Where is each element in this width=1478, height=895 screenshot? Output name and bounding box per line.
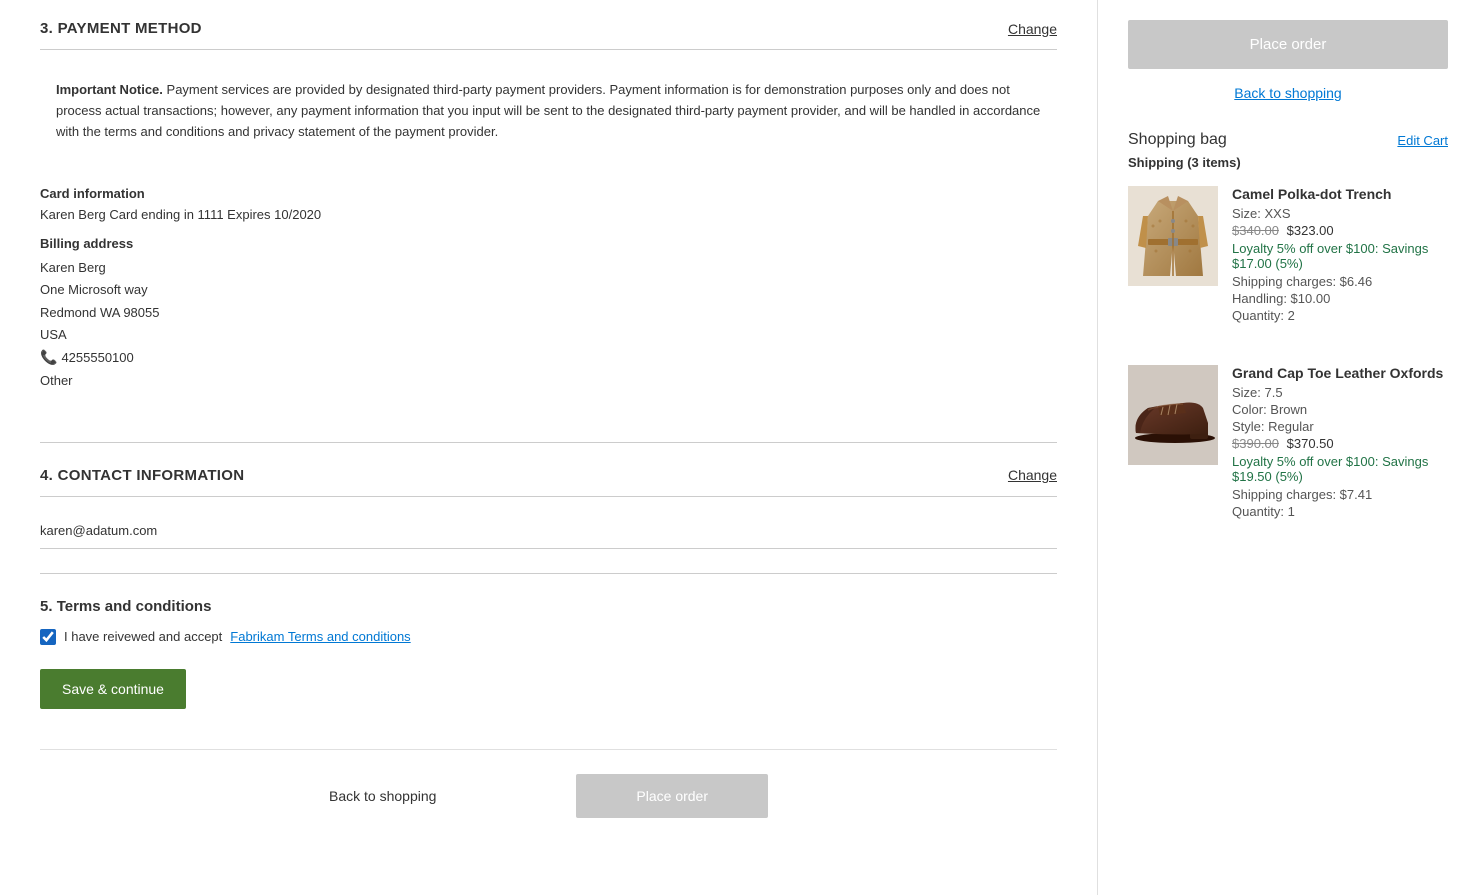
coat-quantity: Quantity: 2 [1232, 308, 1448, 323]
terms-row: I have reivewed and accept Fabrikam Term… [40, 629, 1057, 645]
shoe-color: Color: Brown [1232, 402, 1448, 417]
coat-handling: Handling: $10.00 [1232, 291, 1448, 306]
billing-phone: 4255550100 [61, 347, 133, 369]
billing-name: Karen Berg [40, 257, 1057, 279]
payment-section-title: 3. PAYMENT METHOD [40, 20, 202, 37]
shoe-name: Grand Cap Toe Leather Oxfords [1232, 365, 1448, 381]
section-divider-1 [40, 442, 1057, 443]
coat-price: $340.00 $323.00 [1232, 223, 1448, 238]
terms-link[interactable]: Fabrikam Terms and conditions [230, 629, 410, 644]
bottom-place-order-button: Place order [576, 774, 768, 818]
shoe-price: $390.00 $370.50 [1232, 436, 1448, 451]
product-item-coat: Camel Polka-dot Trench Size: XXS $340.00… [1128, 186, 1448, 345]
terms-section: 5. Terms and conditions I have reivewed … [40, 598, 1057, 645]
bottom-bar: Back to shopping Place order [40, 749, 1057, 828]
sidebar: Place order Back to shopping Shopping ba… [1098, 0, 1478, 895]
payment-change-link[interactable]: Change [1008, 21, 1057, 37]
sidebar-place-order-button: Place order [1128, 20, 1448, 69]
shoe-price-sale: $370.50 [1287, 436, 1334, 451]
coat-price-original: $340.00 [1232, 223, 1279, 238]
shoe-size: Size: 7.5 [1232, 385, 1448, 400]
contact-section-title: 4. CONTACT INFORMATION [40, 467, 244, 484]
shoe-quantity: Quantity: 1 [1232, 504, 1448, 519]
payment-section-header: 3. PAYMENT METHOD Change [40, 20, 1057, 50]
coat-svg [1138, 191, 1208, 281]
contact-section: 4. CONTACT INFORMATION Change karen@adat… [40, 467, 1057, 549]
shoe-price-original: $390.00 [1232, 436, 1279, 451]
coat-loyalty: Loyalty 5% off over $100: Savings $17.00… [1232, 241, 1448, 271]
edit-cart-link[interactable]: Edit Cart [1397, 133, 1448, 148]
important-notice-box: Important Notice. Payment services are p… [40, 66, 1057, 156]
shipping-items-label: Shipping (3 items) [1128, 155, 1448, 170]
contact-change-link[interactable]: Change [1008, 467, 1057, 483]
sidebar-back-to-shopping-link[interactable]: Back to shopping [1128, 85, 1448, 101]
billing-city-state: Redmond WA 98055 [40, 302, 1057, 324]
card-info-text: Karen Berg Card ending in 1111 Expires 1… [40, 207, 1057, 222]
bottom-back-to-shopping-link[interactable]: Back to shopping [329, 788, 436, 804]
contact-email: karen@adatum.com [40, 513, 1057, 549]
shoe-shipping: Shipping charges: $7.41 [1232, 487, 1448, 502]
billing-country: USA [40, 324, 1057, 346]
card-info-label: Card information [40, 186, 1057, 201]
card-info-section: Card information Karen Berg Card ending … [40, 176, 1057, 411]
shoe-style: Style: Regular [1232, 419, 1448, 434]
phone-icon: 📞 [40, 346, 57, 370]
coat-image [1128, 186, 1218, 286]
shopping-bag-header: Shopping bag Edit Cart [1128, 131, 1448, 149]
payment-section: 3. PAYMENT METHOD Change Important Notic… [40, 20, 1057, 412]
save-continue-button[interactable]: Save & continue [40, 669, 186, 709]
billing-address1: One Microsoft way [40, 279, 1057, 301]
coat-shipping: Shipping charges: $6.46 [1232, 274, 1448, 289]
shoe-svg [1128, 388, 1218, 443]
coat-details: Camel Polka-dot Trench Size: XXS $340.00… [1232, 186, 1448, 325]
billing-address-label: Billing address [40, 236, 1057, 251]
terms-checkbox-label: I have reivewed and accept [64, 629, 222, 644]
notice-text: Payment services are provided by designa… [56, 82, 1040, 139]
contact-section-header: 4. CONTACT INFORMATION Change [40, 467, 1057, 497]
notice-bold-label: Important Notice. [56, 82, 163, 97]
product-item-shoes: Grand Cap Toe Leather Oxfords Size: 7.5 … [1128, 365, 1448, 541]
billing-type: Other [40, 370, 1057, 392]
terms-checkbox[interactable] [40, 629, 56, 645]
shoe-image [1128, 365, 1218, 465]
coat-name: Camel Polka-dot Trench [1232, 186, 1448, 202]
billing-phone-row: 📞 4255550100 [40, 346, 1057, 370]
coat-price-sale: $323.00 [1287, 223, 1334, 238]
shopping-bag-title: Shopping bag [1128, 131, 1227, 149]
shoe-details: Grand Cap Toe Leather Oxfords Size: 7.5 … [1232, 365, 1448, 521]
billing-address: Karen Berg One Microsoft way Redmond WA … [40, 257, 1057, 391]
shoe-loyalty: Loyalty 5% off over $100: Savings $19.50… [1232, 454, 1448, 484]
coat-size: Size: XXS [1232, 206, 1448, 221]
section-divider-2 [40, 573, 1057, 574]
terms-title: 5. Terms and conditions [40, 598, 1057, 615]
